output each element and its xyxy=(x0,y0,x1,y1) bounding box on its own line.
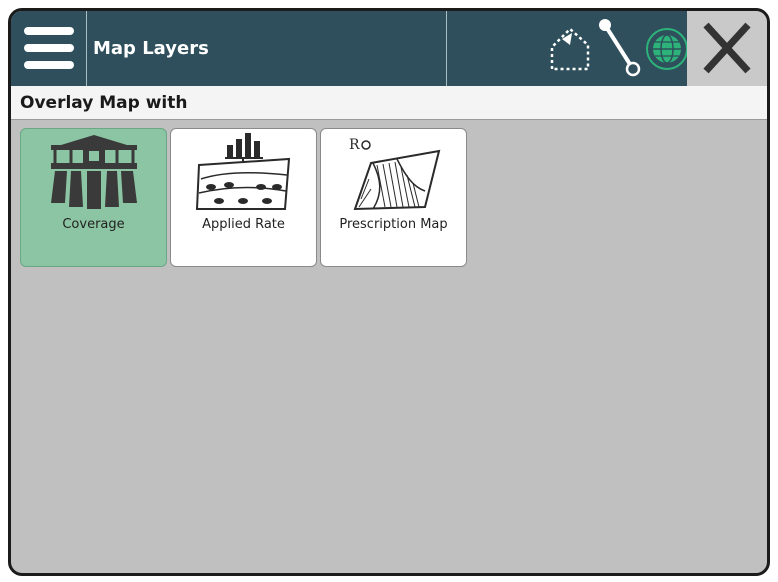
option-label: Coverage xyxy=(62,217,125,232)
header-bar: Map Layers xyxy=(11,11,767,86)
option-label: Applied Rate xyxy=(202,217,285,232)
prescription-map-icon: R xyxy=(349,137,441,211)
coverage-icon xyxy=(51,135,137,209)
applied-rate-icon xyxy=(195,133,291,210)
close-button[interactable] xyxy=(687,11,767,86)
guideline-icon[interactable] xyxy=(593,17,645,79)
page-title: Map Layers xyxy=(93,38,209,59)
section-header: Overlay Map with xyxy=(11,86,767,120)
close-icon xyxy=(703,22,751,74)
header-divider xyxy=(446,11,447,86)
prescription-map-option[interactable]: R Prescription Map xyxy=(320,128,467,267)
coverage-option[interactable]: Coverage xyxy=(20,128,167,267)
section-title: Overlay Map with xyxy=(20,93,188,113)
map-layers-panel: Map Layers Overlay Map with Coverage App… xyxy=(8,8,770,576)
applied-rate-option[interactable]: Applied Rate xyxy=(170,128,317,267)
svg-text:R: R xyxy=(349,137,360,153)
option-label: Prescription Map xyxy=(339,217,448,232)
globe-icon[interactable] xyxy=(645,27,689,71)
menu-button[interactable] xyxy=(11,11,87,86)
boundary-icon[interactable] xyxy=(548,23,596,75)
